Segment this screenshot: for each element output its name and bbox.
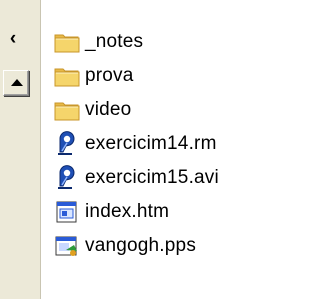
arrow-up-icon (11, 79, 23, 86)
realplayer-media-icon (58, 131, 75, 155)
file-list: _notes prova video exercicim14.rm exerci… (52, 25, 219, 263)
file-name: video (85, 99, 132, 120)
file-name: index.htm (85, 201, 170, 222)
folder-icon (54, 102, 80, 121)
file-name: vangogh.pps (85, 235, 197, 256)
file-item-index-htm[interactable]: index.htm (52, 195, 219, 229)
file-item-video-folder[interactable]: video (52, 93, 219, 127)
file-name: prova (85, 65, 134, 86)
file-item-notes-folder[interactable]: _notes (52, 25, 219, 59)
file-name: exercicim14.rm (85, 133, 217, 154)
folder-icon (54, 68, 80, 87)
folder-icon (54, 34, 80, 53)
powerpoint-show-icon (55, 236, 77, 256)
file-name: _notes (85, 31, 144, 52)
file-item-prova-folder[interactable]: prova (52, 59, 219, 93)
file-item-exercicim14-rm[interactable]: exercicim14.rm (52, 127, 219, 161)
html-document-icon (56, 201, 77, 223)
file-item-vangogh-pps[interactable]: vangogh.pps (52, 229, 219, 263)
file-name: exercicim15.avi (85, 167, 219, 188)
collapse-pane-arrow-icon[interactable]: ‹ (4, 28, 22, 50)
file-item-exercicim15-avi[interactable]: exercicim15.avi (52, 161, 219, 195)
scroll-up-button[interactable] (3, 70, 29, 96)
realplayer-media-icon (58, 165, 75, 189)
left-pane-scroll-strip: ‹ (0, 0, 41, 299)
